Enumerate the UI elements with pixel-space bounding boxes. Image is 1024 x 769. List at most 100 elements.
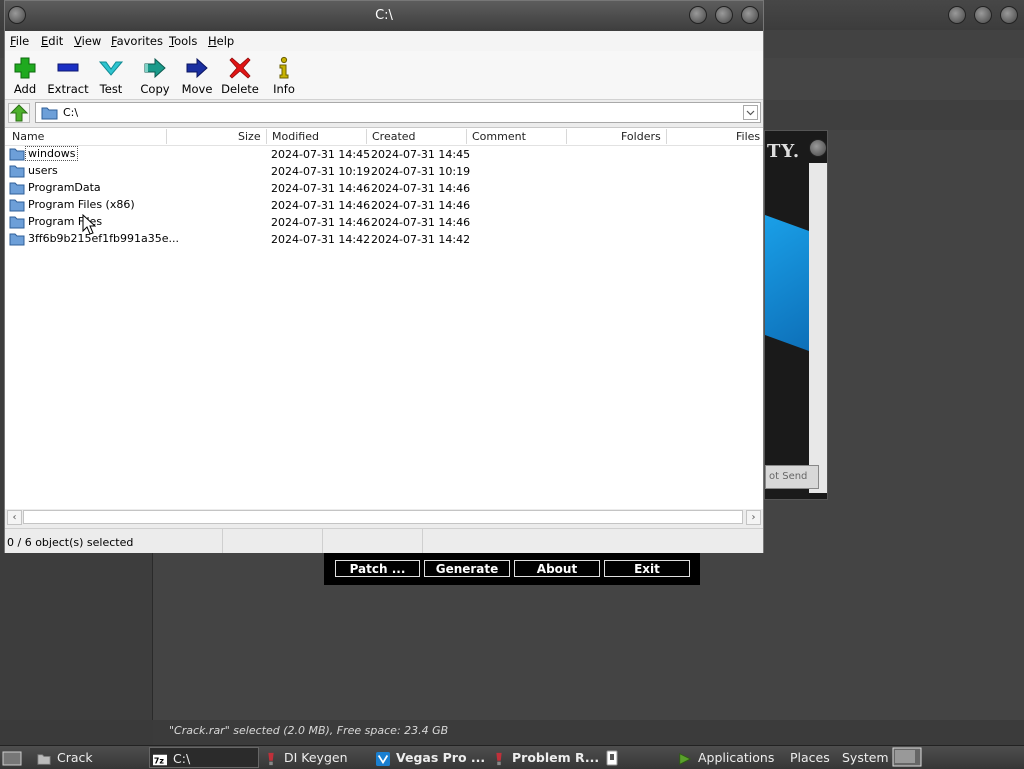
not-send-button[interactable]: ot Send — [765, 465, 819, 489]
task-vegas-pro[interactable]: Vegas Pro ... — [376, 747, 486, 768]
column-files[interactable]: Files — [736, 130, 760, 143]
menu-tools[interactable]: Tools — [169, 34, 197, 48]
list-item[interactable]: windows 2024-07-31 14:45 2024-07-31 14:4… — [5, 146, 763, 163]
task-di-keygen[interactable]: DI Keygen — [264, 747, 370, 768]
column-divider[interactable] — [566, 129, 567, 144]
column-divider[interactable] — [666, 129, 667, 144]
file-name: ProgramData — [28, 181, 101, 194]
path-dropdown-button[interactable] — [743, 105, 758, 120]
test-button[interactable]: Test — [88, 53, 134, 97]
path-input[interactable]: C:\ — [35, 102, 761, 123]
file-created: 2024-07-31 14:46 — [371, 182, 471, 195]
generate-button[interactable]: Generate — [424, 560, 510, 577]
task-unnamed[interactable] — [604, 747, 624, 768]
file-created: 2024-07-31 14:42 — [371, 233, 471, 246]
workspace-icon — [892, 747, 922, 767]
folder-icon — [9, 182, 25, 195]
file-name: windows — [24, 146, 79, 161]
file-name: Program Files (x86) — [28, 198, 135, 211]
file-modified: 2024-07-31 10:19 — [271, 165, 371, 178]
menu-view[interactable]: View — [74, 34, 101, 48]
exit-button[interactable]: Exit — [604, 560, 690, 577]
window-icon — [606, 750, 618, 766]
file-modified: 2024-07-31 14:45 — [271, 148, 371, 161]
keygen-logo-graphic — [765, 214, 809, 352]
column-modified[interactable]: Modified — [272, 130, 319, 143]
column-comment[interactable]: Comment — [472, 130, 526, 143]
file-created: 2024-07-31 14:46 — [371, 199, 471, 212]
copy-button[interactable]: Copy — [132, 53, 178, 97]
file-name: users — [28, 164, 58, 177]
close-icon[interactable] — [1000, 6, 1018, 24]
column-folders[interactable]: Folders — [621, 130, 661, 143]
horizontal-scrollbar[interactable]: ‹ › — [5, 509, 763, 526]
about-button[interactable]: About — [514, 560, 600, 577]
minimize-icon[interactable] — [689, 6, 707, 24]
file-created: 2024-07-31 14:46 — [371, 216, 471, 229]
address-bar: C:\ — [5, 100, 763, 126]
task-problem-report[interactable]: Problem R... — [492, 747, 602, 768]
minimize-icon[interactable] — [948, 6, 966, 24]
list-item[interactable]: Program Files (x86) 2024-07-31 14:46 202… — [5, 197, 763, 214]
file-created: 2024-07-31 14:45 — [371, 148, 471, 161]
folder-icon — [9, 216, 25, 229]
column-divider[interactable] — [466, 129, 467, 144]
move-button[interactable]: Move — [174, 53, 220, 97]
scrollbar-track[interactable] — [23, 510, 743, 524]
minus-icon — [57, 63, 79, 72]
system-menu[interactable]: System — [842, 747, 890, 768]
applications-icon — [679, 752, 692, 765]
chevron-down-icon — [746, 110, 755, 116]
show-desktop-button[interactable] — [2, 747, 24, 768]
window-titlebar[interactable]: C:\ — [5, 1, 763, 31]
up-arrow-icon — [9, 104, 29, 122]
close-icon[interactable] — [741, 6, 759, 24]
info-button[interactable]: Info — [261, 53, 307, 97]
menu-edit[interactable]: Edit — [41, 34, 63, 48]
window-title: C:\ — [375, 8, 393, 23]
file-list[interactable]: Name Size Modified Created Comment Folde… — [5, 127, 763, 509]
scroll-left-button[interactable]: ‹ — [7, 510, 22, 525]
places-menu[interactable]: Places — [790, 747, 834, 768]
plus-icon — [14, 57, 36, 79]
add-button[interactable]: Add — [2, 53, 48, 97]
maximize-icon[interactable] — [974, 6, 992, 24]
scroll-right-button[interactable]: › — [746, 510, 761, 525]
column-size[interactable]: Size — [238, 130, 261, 143]
path-text: C:\ — [63, 106, 79, 119]
svg-text:7z: 7z — [154, 756, 164, 765]
7zip-icon: 7z — [153, 754, 167, 765]
task-crack[interactable]: Crack — [37, 747, 143, 768]
keygen-window: TY. ot Send — [764, 130, 828, 500]
applications-menu[interactable]: Applications — [678, 747, 782, 768]
selection-status: 0 / 6 object(s) selected — [5, 529, 223, 553]
column-name[interactable]: Name — [12, 130, 44, 143]
7zip-window: C:\ File Edit View Favorites Tools Help … — [4, 0, 764, 553]
task-7zip[interactable]: 7z C:\ — [149, 747, 259, 768]
keygen-brand-logo: TY. — [767, 141, 801, 162]
keygen-close-icon[interactable] — [809, 139, 827, 157]
extract-button[interactable]: Extract — [45, 53, 91, 97]
file-modified: 2024-07-31 14:46 — [271, 216, 371, 229]
list-item[interactable]: ProgramData 2024-07-31 14:46 2024-07-31 … — [5, 180, 763, 197]
maximize-icon[interactable] — [715, 6, 733, 24]
keygen-app-icon — [268, 752, 274, 765]
list-item[interactable]: Program Files 2024-07-31 14:46 2024-07-3… — [5, 214, 763, 231]
column-created[interactable]: Created — [372, 130, 416, 143]
folder-icon — [9, 165, 25, 178]
patch-button[interactable]: Patch ... — [335, 560, 420, 577]
filemanager-status-text: "Crack.rar" selected (2.0 MB), Free spac… — [153, 720, 1024, 745]
file-modified: 2024-07-31 14:46 — [271, 199, 371, 212]
list-item[interactable]: users 2024-07-31 10:19 2024-07-31 10:19 — [5, 163, 763, 180]
menu-file[interactable]: File — [10, 34, 29, 48]
up-folder-button[interactable] — [8, 103, 30, 123]
status-cell — [223, 529, 323, 553]
column-divider[interactable] — [166, 129, 167, 144]
column-divider[interactable] — [366, 129, 367, 144]
menu-help[interactable]: Help — [208, 34, 234, 48]
workspace-switcher[interactable] — [892, 747, 926, 768]
list-item[interactable]: 3ff6b9b215ef1fb991a35e... 2024-07-31 14:… — [5, 231, 763, 248]
menu-favorites[interactable]: Favorites — [111, 34, 163, 48]
column-divider[interactable] — [266, 129, 267, 144]
delete-button[interactable]: Delete — [217, 53, 263, 97]
